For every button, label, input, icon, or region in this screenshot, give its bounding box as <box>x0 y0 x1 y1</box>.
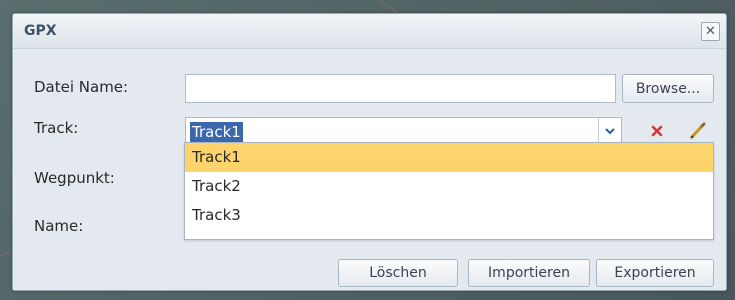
delete-button-label: Löschen <box>369 265 427 281</box>
track-dropdown-list: Track1 Track2 Track3 <box>184 142 714 240</box>
close-button[interactable]: ✕ <box>701 22 720 41</box>
delete-button[interactable]: Löschen <box>338 259 458 287</box>
dropdown-item-track2[interactable]: Track2 <box>185 172 713 201</box>
export-button[interactable]: Exportieren <box>596 259 714 287</box>
edit-track-button[interactable] <box>689 122 707 140</box>
dialog-titlebar[interactable]: GPX ✕ <box>13 14 726 49</box>
dropdown-item-track3[interactable]: Track3 <box>185 201 713 230</box>
browse-button[interactable]: Browse... <box>622 74 714 103</box>
track-combobox-value: Track1 <box>190 122 243 142</box>
name-label: Name: <box>34 217 84 235</box>
import-button[interactable]: Importieren <box>468 259 590 287</box>
waypoint-label: Wegpunkt: <box>34 169 115 187</box>
file-name-label: Datei Name: <box>34 78 129 96</box>
file-name-input[interactable] <box>185 74 616 103</box>
browse-button-label: Browse... <box>635 80 701 97</box>
delete-track-button[interactable] <box>649 123 665 139</box>
export-button-label: Exportieren <box>614 265 696 281</box>
dropdown-item-track1[interactable]: Track1 <box>185 143 713 172</box>
close-icon: ✕ <box>705 24 716 39</box>
track-label: Track: <box>34 119 79 137</box>
delete-x-icon <box>651 125 663 137</box>
track-combobox-trigger[interactable] <box>598 118 621 145</box>
dialog-title: GPX <box>24 23 57 39</box>
chevron-down-icon <box>605 128 615 135</box>
pencil-icon <box>690 122 706 139</box>
import-button-label: Importieren <box>488 265 570 281</box>
